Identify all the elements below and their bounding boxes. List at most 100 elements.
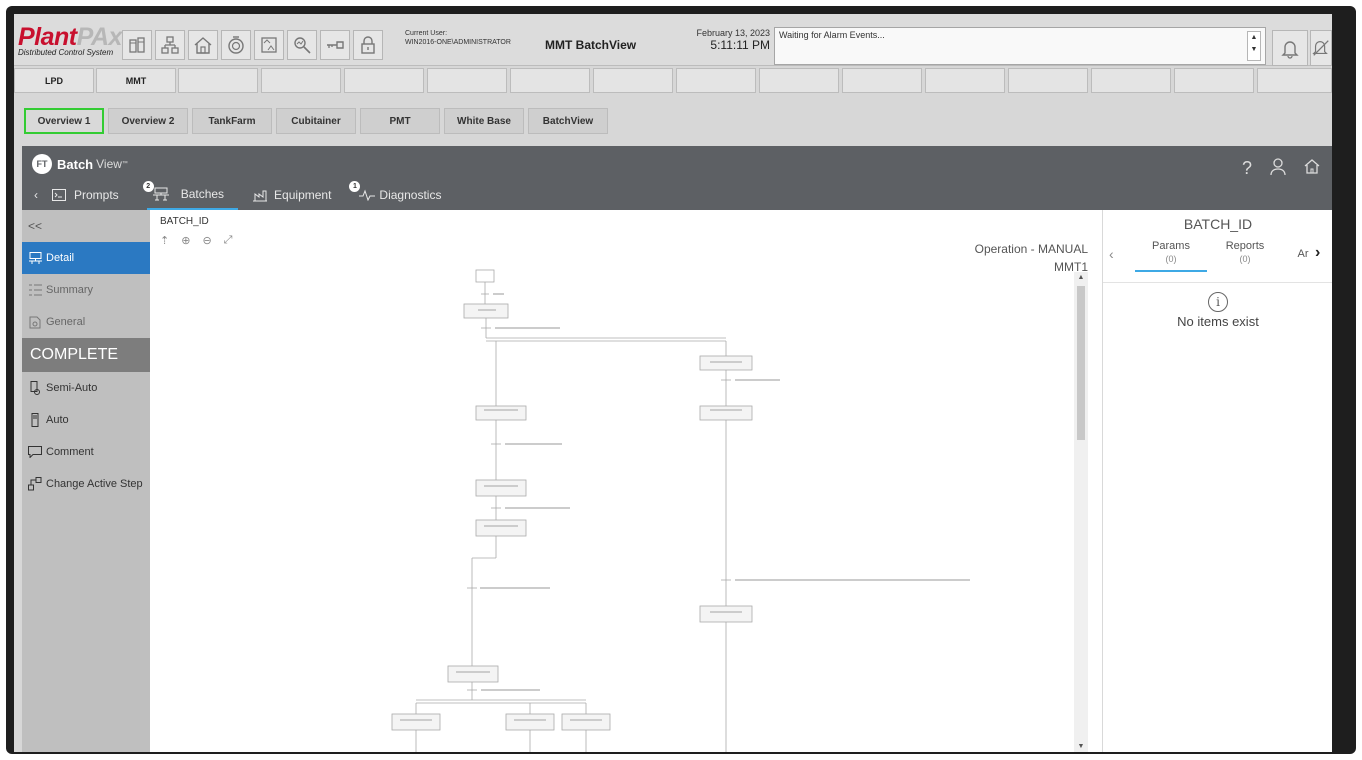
alarm-banner[interactable]: Waiting for Alarm Events... <box>774 27 1266 65</box>
area-button[interactable] <box>122 30 152 60</box>
batch-button[interactable] <box>221 30 251 60</box>
search-chart-button[interactable] <box>287 30 317 60</box>
diagnostics-icon <box>359 189 376 201</box>
nav-prompts[interactable]: Prompts <box>52 180 119 210</box>
nav-batches[interactable]: 2 Batches <box>142 180 239 210</box>
tab-empty[interactable] <box>510 68 590 93</box>
sfc-step[interactable] <box>561 713 611 731</box>
summary-icon <box>28 283 42 297</box>
tab-empty[interactable] <box>759 68 839 93</box>
panel-next-icon[interactable]: › <box>1315 245 1320 261</box>
scroll-up-icon[interactable]: ▲ <box>1074 274 1088 281</box>
panel-prev-icon[interactable]: ‹ <box>1109 247 1114 261</box>
tab-empty[interactable] <box>676 68 756 93</box>
logo-text: PlantPAx <box>18 23 122 51</box>
side-item-detail[interactable]: Detail <box>22 242 150 274</box>
tab-overview-2[interactable]: Overview 2 <box>108 108 188 134</box>
scroll-thumb[interactable] <box>1077 286 1085 440</box>
batches-icon <box>152 187 169 201</box>
empty-state: i No items exist <box>1103 292 1332 329</box>
batchview-header-icons: ? <box>1242 158 1320 181</box>
lock-button[interactable] <box>353 30 383 60</box>
bv-home-icon[interactable] <box>1304 158 1320 181</box>
alarm-scroll[interactable]: ▲ ▼ <box>1247 31 1261 61</box>
nav-diagnostics[interactable]: 1 Diagnostics <box>349 180 442 210</box>
scroll-down-icon[interactable]: ▼ <box>1074 743 1088 750</box>
home-button[interactable] <box>188 30 218 60</box>
scroll-up-icon[interactable]: ▲ <box>1248 32 1260 44</box>
panel-tabs: ‹ Params (0) Reports (0) Ar › <box>1103 240 1332 280</box>
tab-empty[interactable] <box>344 68 424 93</box>
hierarchy-button[interactable] <box>155 30 185 60</box>
trend-icon <box>261 37 277 53</box>
side-item-general[interactable]: General <box>22 306 150 338</box>
nav-back[interactable]: ‹ <box>34 180 38 210</box>
tab-empty[interactable] <box>427 68 507 93</box>
tab-empty[interactable] <box>1174 68 1254 93</box>
sfc-step[interactable] <box>475 479 527 497</box>
chevron-left-icon[interactable]: ‹ <box>34 188 38 202</box>
tab-empty[interactable] <box>1257 68 1332 93</box>
sfc-step[interactable] <box>699 405 753 421</box>
tab-empty[interactable] <box>261 68 341 93</box>
sfc-step[interactable] <box>699 605 753 623</box>
tab-empty[interactable] <box>842 68 922 93</box>
tab-params[interactable]: Params (0) <box>1135 240 1207 272</box>
sfc-step[interactable] <box>391 713 441 731</box>
tab-white-base[interactable]: White Base <box>444 108 524 134</box>
diagram-vscrollbar[interactable]: ▲ ▼ <box>1074 272 1088 752</box>
tab-empty[interactable] <box>1091 68 1171 93</box>
tab-count: (0) <box>1239 254 1251 264</box>
sfc-step[interactable] <box>447 665 499 683</box>
action-semi-auto[interactable]: Semi-Auto <box>22 372 150 404</box>
tab-overview-1[interactable]: Overview 1 <box>24 108 104 134</box>
sfc-step[interactable] <box>505 713 555 731</box>
nav-prompts-label: Prompts <box>74 188 119 202</box>
tab-ar[interactable]: Ar <box>1295 248 1311 280</box>
tab-empty[interactable] <box>925 68 1005 93</box>
change-step-icon <box>28 477 42 491</box>
action-change-active-step[interactable]: Change Active Step <box>22 468 150 500</box>
tab-tankfarm[interactable]: TankFarm <box>192 108 272 134</box>
panel-title: BATCH_ID <box>1183 216 1253 232</box>
silence-button[interactable] <box>1310 30 1332 66</box>
nav-equipment-label: Equipment <box>274 188 332 202</box>
nav-batches-label: Batches <box>180 187 225 201</box>
lock-icon <box>361 36 375 54</box>
key-icon <box>327 41 344 49</box>
sfc-step[interactable] <box>475 405 527 421</box>
tab-lpd[interactable]: LPD <box>14 68 94 93</box>
double-chevron-left-icon[interactable]: << <box>28 219 42 233</box>
tab-empty[interactable] <box>1008 68 1088 93</box>
nav-equipment[interactable]: Equipment <box>252 180 331 210</box>
area-icon <box>129 37 145 53</box>
tab-cubitainer[interactable]: Cubitainer <box>276 108 356 134</box>
action-label: Auto <box>46 414 69 426</box>
date-text: February 13, 2023 <box>696 28 770 38</box>
side-item-summary[interactable]: Summary <box>22 274 150 306</box>
equipment-icon <box>253 190 268 202</box>
tab-batchview[interactable]: BatchView <box>528 108 608 134</box>
trend-button[interactable] <box>254 30 284 60</box>
action-auto[interactable]: Auto <box>22 404 150 436</box>
user-icon[interactable] <box>1270 158 1286 181</box>
tab-label: Ar <box>1297 248 1309 260</box>
logo-tm: ™ <box>121 161 128 167</box>
hierarchy-icon <box>161 36 179 54</box>
tab-label: Reports <box>1225 240 1265 252</box>
alarm-bell-button[interactable] <box>1272 30 1308 66</box>
tab-empty[interactable] <box>593 68 673 93</box>
scroll-down-icon[interactable]: ▼ <box>1248 44 1260 56</box>
tab-mmt[interactable]: MMT <box>96 68 176 93</box>
nav-diagnostics-label: Diagnostics <box>379 188 442 202</box>
key-button[interactable] <box>320 30 350 60</box>
initial-step[interactable] <box>475 269 495 283</box>
tab-empty[interactable] <box>178 68 258 93</box>
collapse-button[interactable]: << <box>22 210 150 242</box>
help-icon[interactable]: ? <box>1242 158 1252 181</box>
tab-reports[interactable]: Reports (0) <box>1213 240 1277 272</box>
action-comment[interactable]: Comment <box>22 436 150 468</box>
tab-pmt[interactable]: PMT <box>360 108 440 134</box>
logo-view: View <box>96 157 122 171</box>
sfc-step[interactable] <box>475 519 527 537</box>
